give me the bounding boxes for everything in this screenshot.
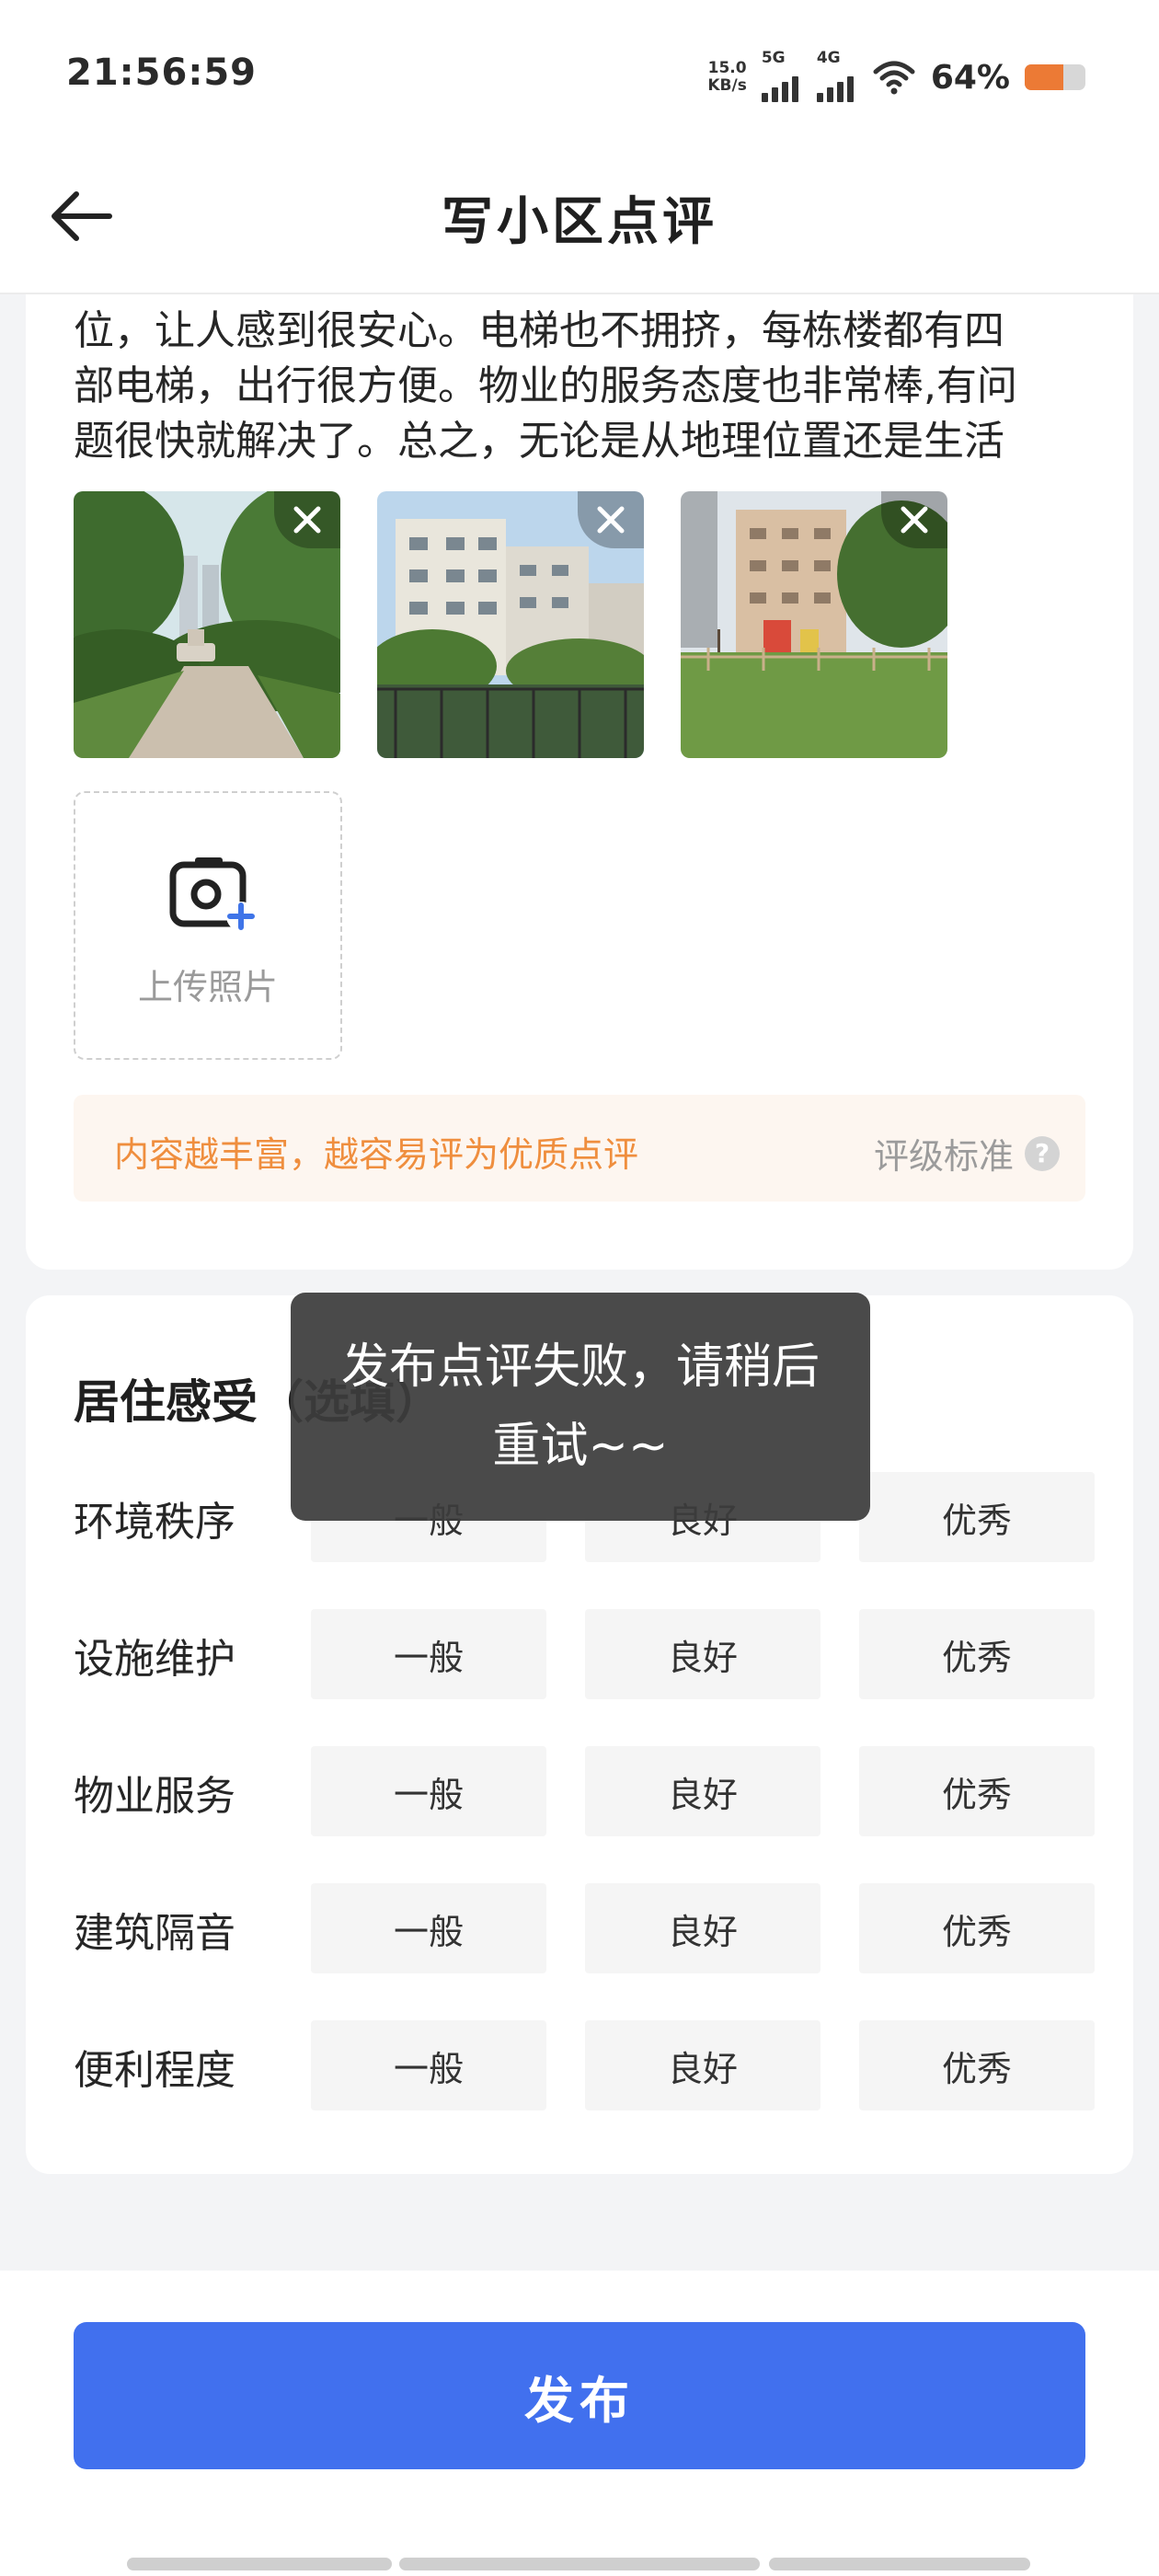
rating-option-average[interactable]: 一般 (311, 2020, 546, 2110)
photo-thumbnail-2[interactable] (377, 491, 644, 758)
rating-option-good[interactable]: 良好 (585, 1609, 820, 1699)
rating-standard-label: 评级标准 (873, 1136, 1014, 1177)
rating-option-good[interactable]: 良好 (585, 1883, 820, 1973)
wifi-icon (873, 61, 915, 95)
gesture-bar-segment (399, 2558, 760, 2570)
rating-option-average[interactable]: 一般 (311, 1883, 546, 1973)
quality-tip-banner: 内容越丰富，越容易评为优质点评 评级标准 ? (74, 1095, 1085, 1202)
rating-option-excellent[interactable]: 优秀 (859, 2020, 1095, 2110)
page-title: 写小区点评 (442, 192, 717, 252)
error-toast-message: 发布点评失败，请稍后重试~~ (340, 1340, 820, 1474)
upload-photo-button[interactable]: 上传照片 (74, 791, 342, 1060)
rating-option-good[interactable]: 良好 (585, 2020, 820, 2110)
status-time: 21:56:59 (66, 52, 257, 94)
network-speed-value: 15.0 (707, 59, 747, 77)
rating-row-soundproofing: 建筑隔音 一般 良好 优秀 (74, 1883, 1104, 1973)
top-bar: 21:56:59 15.0 KB/s 5G 4G 64% 写小区点评 (0, 0, 1159, 294)
camera-plus-icon (169, 857, 256, 931)
network-speed: 15.0 KB/s (707, 60, 746, 95)
rating-option-average[interactable]: 一般 (311, 1609, 546, 1699)
publish-button[interactable]: 发布 (74, 2322, 1085, 2469)
gesture-bar-segment (127, 2558, 392, 2570)
status-icons: 15.0 KB/s 5G 4G 64% (707, 49, 1085, 102)
photo-thumbnail-3[interactable] (681, 491, 947, 758)
gesture-bar-segment (769, 2558, 1030, 2570)
rating-row-label: 物业服务 (74, 1773, 235, 1820)
rating-option-excellent[interactable]: 优秀 (859, 1609, 1095, 1699)
rating-standard-link[interactable]: 评级标准 ? (874, 1128, 1060, 1179)
battery-icon (1025, 64, 1085, 90)
battery-percent: 64% (930, 58, 1010, 97)
signal-4g-label: 4G (816, 49, 841, 67)
review-text-area[interactable]: 位，让人感到很安心。电梯也不拥挤，每栋楼都有四 部电梯，出行很方便。物业的服务态… (74, 304, 1122, 460)
rating-row-label: 环境秩序 (74, 1499, 235, 1546)
close-icon (293, 506, 321, 534)
network-speed-unit: KB/s (707, 76, 747, 95)
rating-row-convenience: 便利程度 一般 良好 优秀 (74, 2020, 1104, 2110)
rating-row-facilities: 设施维护 一般 良好 优秀 (74, 1609, 1104, 1699)
rating-row-label: 便利程度 (74, 2047, 235, 2094)
review-card: 位，让人感到很安心。电梯也不拥挤，每栋楼都有四 部电梯，出行很方便。物业的服务态… (26, 267, 1133, 1270)
upload-photo-label: 上传照片 (137, 967, 278, 1007)
close-icon (597, 506, 625, 534)
rating-option-average[interactable]: 一般 (311, 1746, 546, 1836)
rating-row-property-service: 物业服务 一般 良好 优秀 (74, 1746, 1104, 1836)
rating-row-label: 设施维护 (74, 1636, 235, 1683)
rating-option-good[interactable]: 良好 (585, 1746, 820, 1836)
photo-thumbnail-1[interactable] (74, 491, 340, 758)
close-icon (901, 506, 928, 534)
signal-4g-icon: 4G (816, 49, 857, 102)
rating-option-excellent[interactable]: 优秀 (859, 1746, 1095, 1836)
rating-row-label: 建筑隔音 (74, 1910, 235, 1957)
error-toast: 发布点评失败，请稍后重试~~ (291, 1293, 870, 1521)
signal-5g-label: 5G (761, 49, 786, 67)
signal-5g-icon: 5G (761, 49, 802, 102)
quality-tip-text: 内容越丰富，越容易评为优质点评 (114, 1134, 639, 1175)
rating-option-excellent[interactable]: 优秀 (859, 1472, 1095, 1562)
rating-option-excellent[interactable]: 优秀 (859, 1883, 1095, 1973)
bottom-bar: 发布 (0, 2271, 1159, 2576)
question-circle-icon: ? (1025, 1135, 1060, 1171)
